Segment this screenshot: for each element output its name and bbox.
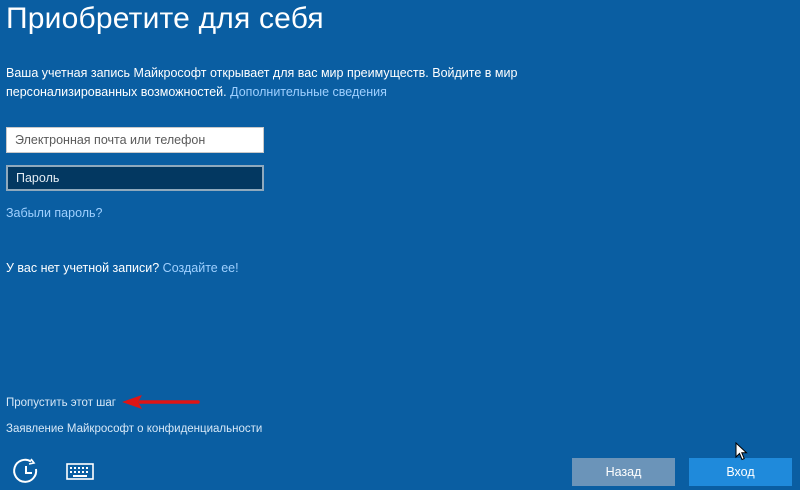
page-description: Ваша учетная запись Майкрософт открывает… [6,64,566,102]
no-account-text: У вас нет учетной записи? [6,261,160,275]
mouse-cursor-icon [735,442,748,461]
no-account-row: У вас нет учетной записи? Создайте ее! [6,261,239,275]
email-field[interactable] [6,127,264,153]
privacy-statement-link[interactable]: Заявление Майкрософт о конфиденциальност… [6,423,262,435]
more-info-link[interactable]: Дополнительные сведения [230,85,387,99]
keyboard-icon[interactable] [66,463,94,481]
page-title: Приобретите для себя [6,2,324,35]
password-field[interactable] [6,165,264,191]
red-arrow-icon [122,395,200,409]
create-account-link[interactable]: Создайте ее! [163,261,239,275]
ease-of-access-icon[interactable] [10,457,42,487]
forgot-password-link[interactable]: Забыли пароль? [6,206,103,220]
back-button[interactable]: Назад [572,458,675,486]
login-button[interactable]: Вход [689,458,792,486]
skip-step-link[interactable]: Пропустить этот шаг [6,397,116,409]
